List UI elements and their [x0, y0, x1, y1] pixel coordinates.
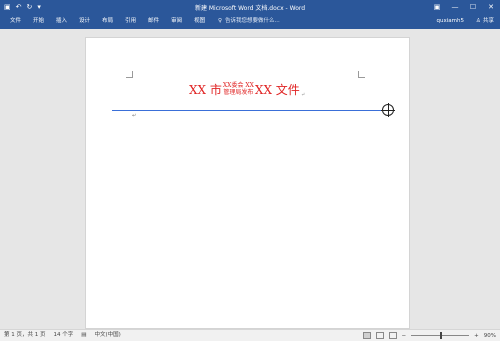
- document-canvas[interactable]: XX 市 XX委会 XX 管理局发布 XX 文件 ↵ ↵: [0, 29, 500, 329]
- status-right: − + 90%: [362, 330, 496, 341]
- window-controls: ▣ — ☐ ✕: [428, 0, 500, 14]
- vertical-scrollbar[interactable]: [494, 29, 500, 329]
- tab-design[interactable]: 设计: [73, 14, 96, 29]
- tab-home[interactable]: 开始: [27, 14, 50, 29]
- lightbulb-icon: ♀: [218, 18, 223, 24]
- share-label: 共享: [482, 18, 494, 24]
- user-account[interactable]: quxiamh5: [437, 14, 464, 29]
- share-button[interactable]: ♙ 共享: [473, 16, 497, 27]
- tab-insert[interactable]: 插入: [50, 14, 73, 29]
- heading-stack-bottom: 管理局发布: [223, 89, 254, 96]
- tell-me-placeholder: 告诉我您想要做什么...: [225, 18, 280, 24]
- print-layout-button[interactable]: [375, 332, 384, 339]
- proofing-icon[interactable]: ▤: [81, 330, 86, 341]
- tab-mailings[interactable]: 邮件: [142, 14, 165, 29]
- heading-suffix: XX 文件: [254, 83, 300, 97]
- zoom-out-icon[interactable]: −: [402, 333, 407, 339]
- document-page[interactable]: XX 市 XX委会 XX 管理局发布 XX 文件 ↵ ↵: [85, 37, 410, 329]
- person-icon: ♙: [476, 18, 481, 24]
- word-count[interactable]: 14 个字: [54, 330, 74, 341]
- maximize-button[interactable]: ☐: [464, 0, 482, 14]
- move-handle-icon[interactable]: [381, 103, 395, 117]
- tell-me-box[interactable]: ♀ 告诉我您想要做什么...: [218, 14, 280, 29]
- crop-mark-top-right: [358, 71, 365, 78]
- ribbon-display-options-button[interactable]: ▣: [428, 0, 446, 14]
- close-button[interactable]: ✕: [482, 0, 500, 14]
- title-bar: ▣ ↶ ↻ ▾ 新建 Microsoft Word 文档.docx - Word…: [0, 0, 500, 14]
- heading-paragraph-mark: ↵: [300, 92, 306, 98]
- crop-mark-top-left: [126, 71, 133, 78]
- zoom-level[interactable]: 90%: [484, 333, 496, 339]
- document-heading[interactable]: XX 市 XX委会 XX 管理局发布 XX 文件 ↵: [189, 81, 305, 98]
- status-bar: 第 1 页，共 1 页 14 个字 ▤ 中文(中国) − + 90%: [0, 329, 500, 341]
- tab-review[interactable]: 审阅: [165, 14, 188, 29]
- zoom-in-icon[interactable]: +: [474, 333, 479, 339]
- zoom-slider-thumb[interactable]: [440, 332, 443, 339]
- tab-file[interactable]: 文件: [4, 14, 27, 29]
- page-count[interactable]: 第 1 页，共 1 页: [4, 330, 46, 341]
- heading-stacked-text: XX委会 XX 管理局发布: [223, 82, 254, 96]
- header-divider-line[interactable]: [112, 110, 388, 111]
- language[interactable]: 中文(中国): [94, 330, 120, 341]
- web-layout-button[interactable]: [388, 332, 397, 339]
- zoom-slider[interactable]: [411, 332, 470, 339]
- minimize-button[interactable]: —: [446, 0, 464, 14]
- tab-references[interactable]: 引用: [119, 14, 142, 29]
- paragraph-mark: ↵: [132, 113, 137, 119]
- ribbon-tabs: 文件 开始 插入 设计 布局 引用 邮件 审阅 视图: [4, 14, 211, 29]
- tab-layout[interactable]: 布局: [96, 14, 119, 29]
- ribbon-tab-bar: 文件 开始 插入 设计 布局 引用 邮件 审阅 视图 ♀ 告诉我您想要做什么..…: [0, 14, 500, 29]
- tab-view[interactable]: 视图: [188, 14, 211, 29]
- status-left: 第 1 页，共 1 页 14 个字 ▤ 中文(中国): [4, 330, 121, 341]
- window-title: 新建 Microsoft Word 文档.docx - Word: [194, 5, 306, 12]
- heading-stack-top: XX委会 XX: [222, 82, 254, 89]
- heading-prefix: XX 市: [189, 83, 222, 97]
- read-mode-button[interactable]: [362, 332, 371, 339]
